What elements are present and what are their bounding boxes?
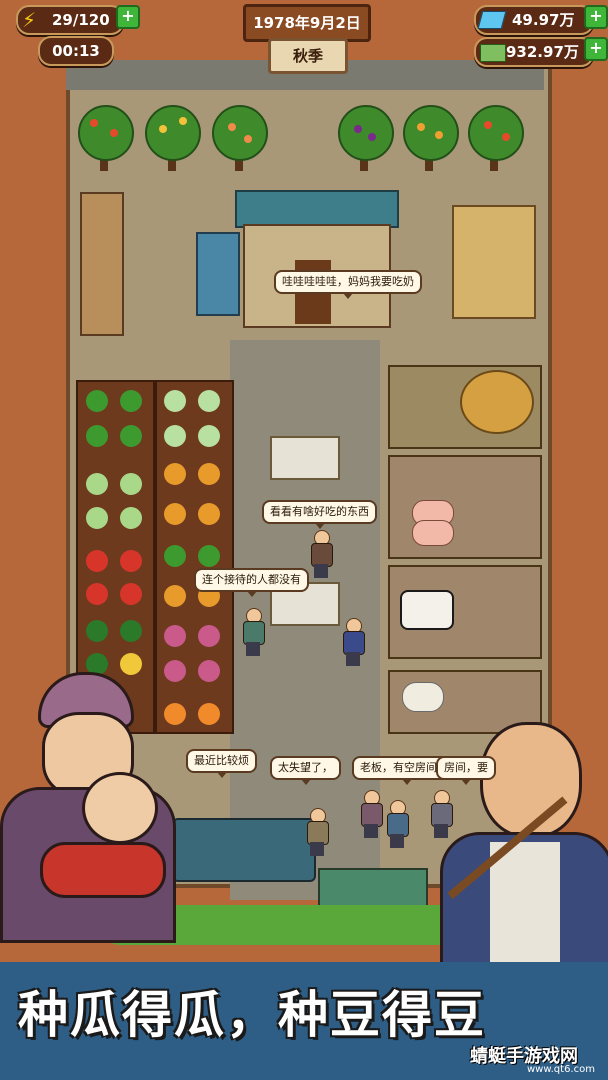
dining-table-1[interactable] — [270, 436, 340, 480]
grandma-with-baby-portrait — [0, 672, 180, 943]
hay-stack — [460, 370, 534, 434]
promo-slogan: 种瓜得瓜，种豆得豆 — [18, 986, 486, 1044]
guest[interactable] — [360, 790, 383, 838]
tractor[interactable] — [172, 818, 316, 882]
season-sign: 秋季 — [268, 38, 348, 74]
villager-boy[interactable] — [242, 608, 265, 656]
villager-man[interactable] — [310, 530, 333, 578]
kitchen-shed[interactable] — [80, 192, 124, 336]
guest[interactable] — [386, 800, 409, 848]
date-label: 1978年9月2日 — [253, 14, 361, 32]
storage-hut[interactable] — [452, 205, 536, 319]
speech-room-cut: 房间，要 — [436, 756, 496, 785]
house-roof — [235, 190, 399, 228]
cash-bar: 932.97万 — [474, 37, 594, 67]
diamond-icon — [477, 11, 507, 29]
speech-lately: 最近比较烦 — [186, 749, 257, 778]
sheep[interactable] — [402, 682, 444, 712]
timer-value: 00:13 — [52, 42, 100, 60]
diamond-bar: 49.97万 — [474, 5, 594, 35]
speech-look-food: 看看有啥好吃的东西 — [262, 500, 377, 529]
add-energy-button[interactable]: + — [116, 5, 140, 29]
pig[interactable] — [412, 520, 454, 546]
villager-woman[interactable] — [342, 618, 365, 666]
speech-disappointed: 太失望了， — [270, 756, 341, 785]
side-shed[interactable] — [196, 232, 240, 316]
season-label: 秋季 — [292, 47, 323, 65]
farmhouse[interactable] — [235, 190, 399, 330]
cash-value: 932.97万 — [506, 43, 579, 61]
guest[interactable] — [306, 808, 329, 856]
cow[interactable] — [400, 590, 454, 630]
speech-baby-cry: 哇哇哇哇哇，妈妈我要吃奶 — [274, 270, 422, 299]
orchard-row[interactable] — [70, 95, 540, 190]
pig-pen[interactable] — [388, 455, 542, 559]
add-cash-button[interactable]: + — [584, 37, 608, 61]
watermark-url: www.qt6.com — [527, 1064, 595, 1075]
diamond-value: 49.97万 — [512, 11, 575, 29]
speech-no-receiver: 连个接待的人都没有 — [194, 568, 309, 597]
timer-bar: 00:13 — [38, 36, 114, 66]
add-diamond-button[interactable]: + — [584, 5, 608, 29]
energy-bar: ⚡ 29/120 — [16, 5, 124, 35]
date-sign: 1978年9月2日 — [243, 4, 371, 42]
energy-value: 29/120 — [52, 11, 110, 29]
lightning-icon: ⚡ — [22, 8, 37, 32]
cash-icon — [480, 44, 506, 62]
